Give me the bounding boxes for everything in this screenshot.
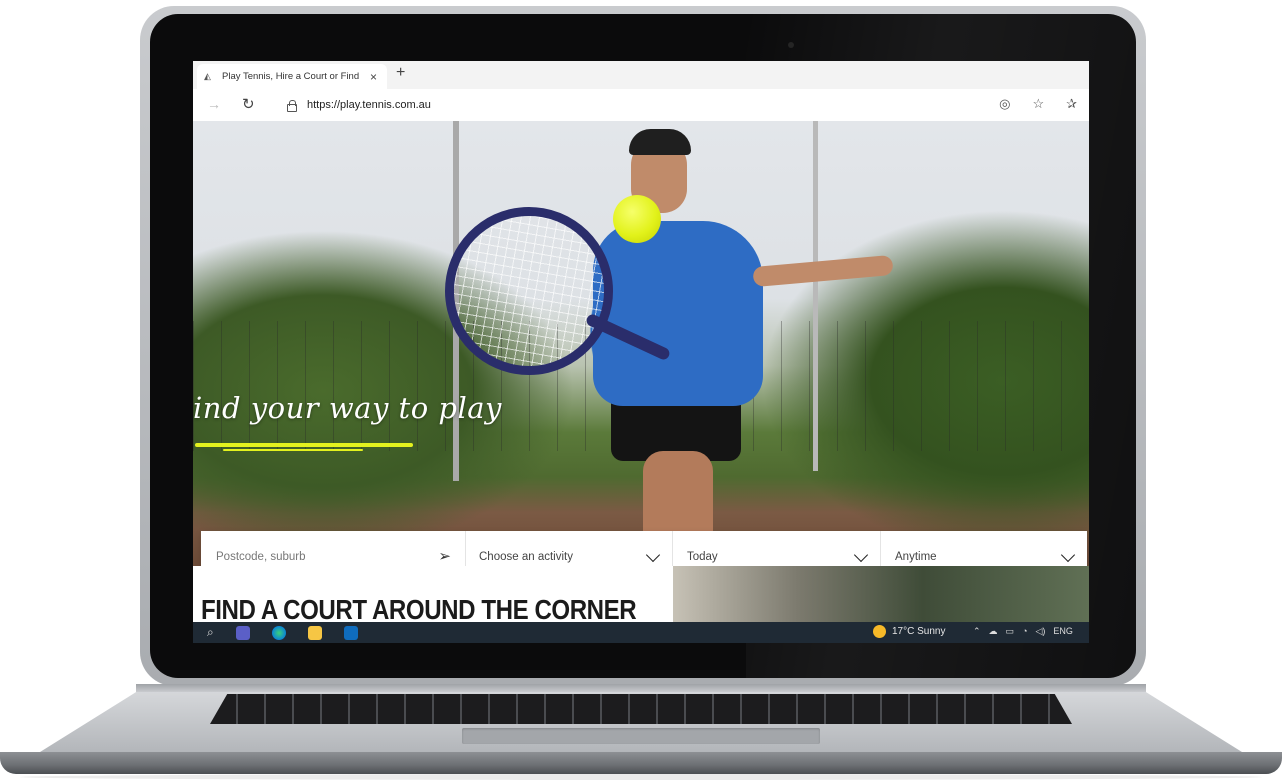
tab-close-button[interactable]: × xyxy=(370,70,377,84)
tennis-favicon-icon: ◭ xyxy=(204,71,211,81)
onedrive-icon[interactable]: ☁ xyxy=(989,626,998,637)
weather-widget[interactable]: 17°C Sunny xyxy=(873,625,945,638)
keyboard xyxy=(210,694,1072,724)
activity-select[interactable]: Choose an activity xyxy=(466,531,673,566)
hero-banner: ind your way to play Postcode, suburb ➢ … xyxy=(193,121,1089,566)
date-value: Today xyxy=(687,551,718,563)
collections-icon[interactable]: ✰ xyxy=(1066,96,1077,112)
favorites-icon[interactable]: ☆ xyxy=(1032,96,1044,112)
tray-chevron-icon[interactable]: ⌃ xyxy=(973,626,981,637)
webcam xyxy=(788,42,794,48)
laptop-base xyxy=(0,684,1282,783)
reload-icon[interactable]: ↻ xyxy=(242,95,255,113)
base-front-edge xyxy=(0,752,1282,774)
url-text: https://play.tennis.com.au xyxy=(307,98,431,111)
lock-icon xyxy=(285,99,297,112)
edge-icon[interactable] xyxy=(271,625,286,640)
hero-tagline: ind your way to play xyxy=(193,391,502,425)
chevron-down-icon xyxy=(645,547,661,563)
location-input[interactable]: Postcode, suburb ➢ xyxy=(201,531,466,566)
light-pole xyxy=(813,121,818,471)
time-value: Anytime xyxy=(895,551,937,563)
language-indicator[interactable]: ENG xyxy=(1053,626,1073,637)
location-placeholder: Postcode, suburb xyxy=(216,551,306,563)
player-arm xyxy=(752,254,894,288)
screen: ◭ Play Tennis, Hire a Court or Find × + … xyxy=(193,61,1089,643)
base-shadow xyxy=(20,774,1262,780)
windows-taskbar: ⌕ 17°C Sunny ⌃ ☁ ▭ ◔ ◁) ENG xyxy=(193,622,1089,643)
tab-title: Play Tennis, Hire a Court or Find xyxy=(222,71,360,82)
forward-icon[interactable]: → xyxy=(207,96,221,112)
browser-tab[interactable]: ◭ Play Tennis, Hire a Court or Find × xyxy=(197,64,387,89)
tennis-ball xyxy=(613,195,661,243)
tagline-underline xyxy=(195,443,413,447)
weather-text: 17°C Sunny xyxy=(892,626,946,637)
teams-icon[interactable] xyxy=(235,625,250,640)
location-pointer-icon[interactable]: ➢ xyxy=(438,547,451,565)
address-bar-actions: ◎ ☆ ✰ xyxy=(999,96,1077,112)
chevron-down-icon xyxy=(1060,547,1076,563)
outlook-icon[interactable] xyxy=(343,625,358,640)
hinge xyxy=(136,684,1146,692)
file-explorer-icon[interactable] xyxy=(307,625,322,640)
date-select[interactable]: Today xyxy=(673,531,881,566)
battery-icon[interactable]: ▭ xyxy=(1006,626,1015,637)
trackpad xyxy=(462,728,820,744)
player-shirt xyxy=(593,221,763,406)
system-tray: ⌃ ☁ ▭ ◔ ◁) ENG xyxy=(973,626,1073,637)
section-photo xyxy=(673,566,1089,626)
time-select[interactable]: Anytime xyxy=(881,531,1087,566)
location-icon[interactable]: ◎ xyxy=(999,96,1010,112)
chevron-down-icon xyxy=(853,547,869,563)
url-field[interactable]: https://play.tennis.com.au xyxy=(273,93,1048,116)
wifi-icon[interactable]: ◔ xyxy=(1022,626,1027,637)
sun-icon xyxy=(873,625,886,638)
find-court-section: FIND A COURT AROUND THE CORNER xyxy=(193,566,673,626)
volume-icon[interactable]: ◁) xyxy=(1036,626,1046,637)
search-icon[interactable]: ⌕ xyxy=(207,625,214,640)
tab-bar: ◭ Play Tennis, Hire a Court or Find × + xyxy=(193,61,1089,89)
address-bar: → ↻ https://play.tennis.com.au ◎ ☆ ✰ xyxy=(193,89,1089,122)
court-search-bar: Postcode, suburb ➢ Choose an activity To… xyxy=(201,531,1087,566)
activity-value: Choose an activity xyxy=(479,551,573,563)
player-cap xyxy=(629,129,691,155)
new-tab-button[interactable]: + xyxy=(396,64,405,82)
tagline-underline xyxy=(223,449,363,451)
